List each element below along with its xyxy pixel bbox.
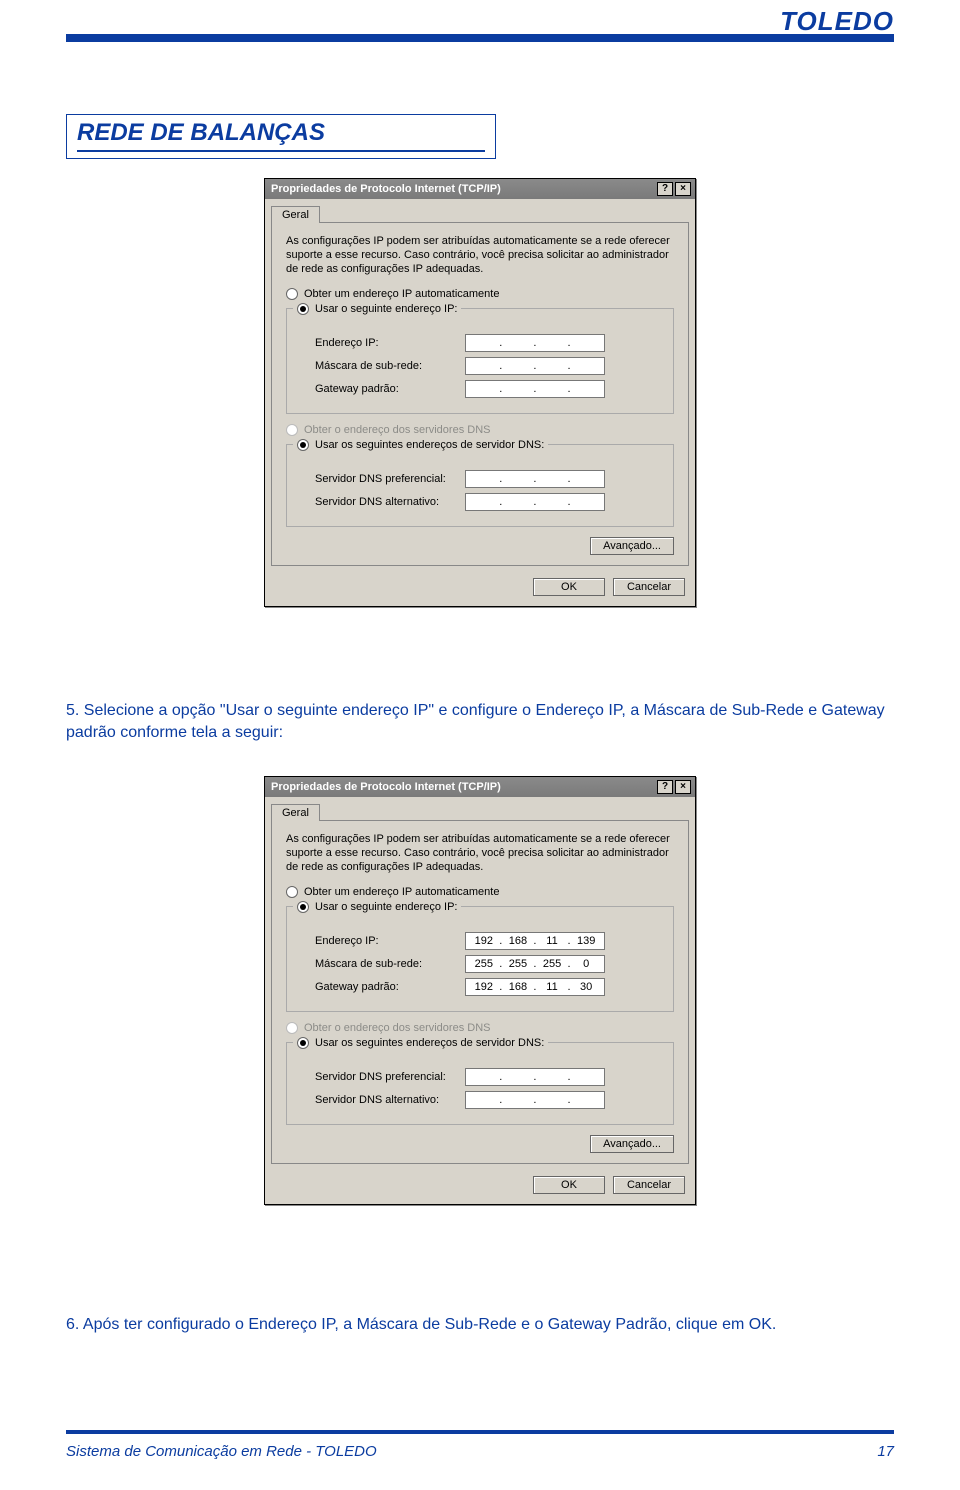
cancel-button[interactable]: Cancelar	[613, 578, 685, 596]
dialog-title: Propriedades de Protocolo Internet (TCP/…	[271, 781, 501, 793]
dialog-panel: As configurações IP podem ser atribuídas…	[271, 222, 689, 566]
radio-auto-ip-label: Obter um endereço IP automaticamente	[304, 886, 499, 898]
label-mask: Máscara de sub-rede:	[315, 958, 465, 970]
radio-auto-ip-label: Obter um endereço IP automaticamente	[304, 288, 499, 300]
close-button[interactable]: ×	[675, 182, 691, 196]
label-gateway: Gateway padrão:	[315, 383, 465, 395]
ok-button[interactable]: OK	[533, 578, 605, 596]
help-button[interactable]: ?	[657, 780, 673, 794]
label-ip: Endereço IP:	[315, 337, 465, 349]
input-dns1[interactable]: ...	[465, 470, 605, 488]
radio-auto-dns-row: Obter o endereço dos servidores DNS	[286, 1022, 674, 1034]
label-dns2: Servidor DNS alternativo:	[315, 1094, 465, 1106]
footer-left: Sistema de Comunicação em Rede - TOLEDO	[66, 1443, 377, 1460]
radio-auto-ip-row[interactable]: Obter um endereço IP automaticamente	[286, 886, 674, 898]
advanced-button[interactable]: Avançado...	[590, 537, 674, 555]
step-5-text: 5. Selecione a opção "Usar o seguinte en…	[66, 700, 894, 743]
section-title-box: REDE DE BALANÇAS	[66, 114, 496, 159]
step-6-text: 6. Após ter configurado o Endereço IP, a…	[66, 1314, 894, 1336]
manual-ip-group: Usar o seguinte endereço IP: Endereço IP…	[286, 906, 674, 1012]
radio-manual-dns[interactable]	[297, 439, 309, 451]
radio-auto-dns	[286, 1022, 298, 1034]
dialog-help-text: As configurações IP podem ser atribuídas…	[286, 833, 674, 874]
footer-rule	[66, 1430, 894, 1434]
manual-dns-group: Usar os seguintes endereços de servidor …	[286, 1042, 674, 1125]
input-ip[interactable]: 192. 168. 11. 139	[465, 932, 605, 950]
tab-geral[interactable]: Geral	[271, 206, 320, 223]
radio-manual-dns-label: Usar os seguintes endereços de servidor …	[315, 1037, 544, 1049]
dialog-title: Propriedades de Protocolo Internet (TCP/…	[271, 183, 501, 195]
dialog-panel: As configurações IP podem ser atribuídas…	[271, 820, 689, 1164]
label-mask: Máscara de sub-rede:	[315, 360, 465, 372]
dialog-help-text: As configurações IP podem ser atribuídas…	[286, 235, 674, 276]
brand-logo: TOLEDO	[780, 6, 894, 37]
input-mask[interactable]: 255. 255. 255. 0	[465, 955, 605, 973]
input-ip[interactable]: ...	[465, 334, 605, 352]
label-dns2: Servidor DNS alternativo:	[315, 496, 465, 508]
advanced-button[interactable]: Avançado...	[590, 1135, 674, 1153]
footer-page-number: 17	[877, 1443, 894, 1460]
radio-auto-dns-label: Obter o endereço dos servidores DNS	[304, 1022, 490, 1034]
input-dns2[interactable]: ...	[465, 493, 605, 511]
radio-manual-ip-label: Usar o seguinte endereço IP:	[315, 303, 457, 315]
input-gateway[interactable]: ...	[465, 380, 605, 398]
radio-auto-dns-label: Obter o endereço dos servidores DNS	[304, 424, 490, 436]
section-title: REDE DE BALANÇAS	[77, 119, 325, 146]
radio-auto-dns-row: Obter o endereço dos servidores DNS	[286, 424, 674, 436]
section-title-underline	[77, 150, 485, 152]
label-ip: Endereço IP:	[315, 935, 465, 947]
manual-dns-group: Usar os seguintes endereços de servidor …	[286, 444, 674, 527]
ok-button[interactable]: OK	[533, 1176, 605, 1194]
close-button[interactable]: ×	[675, 780, 691, 794]
input-dns1[interactable]: ...	[465, 1068, 605, 1086]
label-dns1: Servidor DNS preferencial:	[315, 1071, 465, 1083]
header-rule	[66, 34, 894, 42]
tab-geral[interactable]: Geral	[271, 804, 320, 821]
radio-manual-ip-label: Usar o seguinte endereço IP:	[315, 901, 457, 913]
radio-manual-dns[interactable]	[297, 1037, 309, 1049]
input-mask[interactable]: ...	[465, 357, 605, 375]
input-dns2[interactable]: ...	[465, 1091, 605, 1109]
radio-auto-ip[interactable]	[286, 288, 298, 300]
dialog-titlebar: Propriedades de Protocolo Internet (TCP/…	[265, 179, 695, 199]
radio-auto-ip[interactable]	[286, 886, 298, 898]
manual-ip-group: Usar o seguinte endereço IP: Endereço IP…	[286, 308, 674, 414]
input-gateway[interactable]: 192. 168. 11. 30	[465, 978, 605, 996]
radio-auto-ip-row[interactable]: Obter um endereço IP automaticamente	[286, 288, 674, 300]
help-button[interactable]: ?	[657, 182, 673, 196]
radio-auto-dns	[286, 424, 298, 436]
dialog-titlebar: Propriedades de Protocolo Internet (TCP/…	[265, 777, 695, 797]
label-dns1: Servidor DNS preferencial:	[315, 473, 465, 485]
radio-manual-ip[interactable]	[297, 901, 309, 913]
radio-manual-ip[interactable]	[297, 303, 309, 315]
tcpip-properties-dialog-filled: Propriedades de Protocolo Internet (TCP/…	[264, 776, 696, 1205]
tcpip-properties-dialog: Propriedades de Protocolo Internet (TCP/…	[264, 178, 696, 607]
label-gateway: Gateway padrão:	[315, 981, 465, 993]
cancel-button[interactable]: Cancelar	[613, 1176, 685, 1194]
page-footer: Sistema de Comunicação em Rede - TOLEDO …	[66, 1443, 894, 1460]
radio-manual-dns-label: Usar os seguintes endereços de servidor …	[315, 439, 544, 451]
